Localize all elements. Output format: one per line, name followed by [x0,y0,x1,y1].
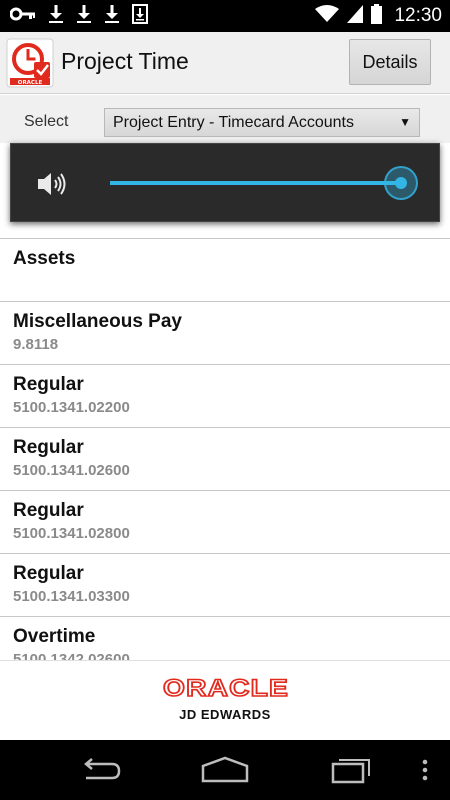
download-icon [104,4,120,29]
dropdown-arrow-icon: ▼ [399,115,411,129]
account-type-dropdown[interactable]: Project Entry - Timecard Accounts ▼ [104,108,420,137]
app-title: Project Time [61,48,189,74]
list-item-subtitle: 5100.1341.02200 [13,399,130,416]
list-item-title: Regular [13,563,84,584]
action-bar: ORACLE Project Time Details [0,32,450,94]
system-icons: 12:30 [315,0,442,32]
recent-apps-icon[interactable] [330,754,374,786]
list-item[interactable]: Assets [0,239,450,302]
list-item-subtitle: 5100.1341.02800 [13,525,130,542]
status-clock: 12:30 [394,5,442,26]
select-label: Select [24,113,69,130]
volume-slider-track[interactable] [110,181,401,185]
jd-edwards-label: JD EDWARDS [179,707,271,722]
speaker-icon[interactable] [37,171,67,197]
list-item-title: Overtime [13,626,96,647]
signal-icon [347,4,364,28]
list-item[interactable]: Regular 5100.1341.02800 [0,491,450,554]
list-item-subtitle: 5100.1341.03300 [13,588,130,605]
list-item-subtitle: 9.8118 [13,336,59,353]
list-item[interactable]: Miscellaneous Pay 9.8118 [0,302,450,365]
battery-icon [371,3,383,29]
dropdown-value: Project Entry - Timecard Accounts [113,114,354,131]
download-icon [76,4,92,29]
list-item[interactable]: Regular 5100.1341.02200 [0,365,450,428]
volume-slider-thumb[interactable] [395,177,407,189]
footer: ORACLE JD EDWARDS [0,660,450,740]
oracle-logo: ORACLE [160,674,292,703]
select-row: Select Project Entry - Timecard Accounts… [0,95,450,143]
list-item-subtitle: 5100.1342.02600 [13,651,130,660]
details-button[interactable]: Details [349,39,431,85]
list-item-title: Regular [13,500,84,521]
wifi-icon [315,4,340,28]
download-complete-icon [132,3,148,29]
list-item-title: Assets [13,248,76,269]
home-icon[interactable] [200,754,250,786]
volume-panel [10,143,440,222]
list-item-title: Regular [13,374,84,395]
app-logo-icon[interactable]: ORACLE [6,38,54,88]
list-item[interactable]: Regular 5100.1341.03300 [0,554,450,617]
list-item[interactable]: Overtime 5100.1342.02600 [0,617,450,660]
list-item[interactable]: Regular 5100.1341.02600 [0,428,450,491]
overflow-menu-icon[interactable] [418,754,432,786]
svg-text:ORACLE: ORACLE [163,675,289,699]
download-icon [48,4,64,29]
status-bar: 12:30 [0,0,450,32]
key-icon [9,6,36,27]
notification-icons [9,3,160,29]
list-item-title: Regular [13,437,84,458]
list-item-subtitle: 5100.1341.02600 [13,462,130,479]
list-item-title: Miscellaneous Pay [13,311,182,332]
svg-text:ORACLE: ORACLE [18,80,43,86]
back-icon[interactable] [78,754,122,786]
navigation-bar [0,740,450,800]
